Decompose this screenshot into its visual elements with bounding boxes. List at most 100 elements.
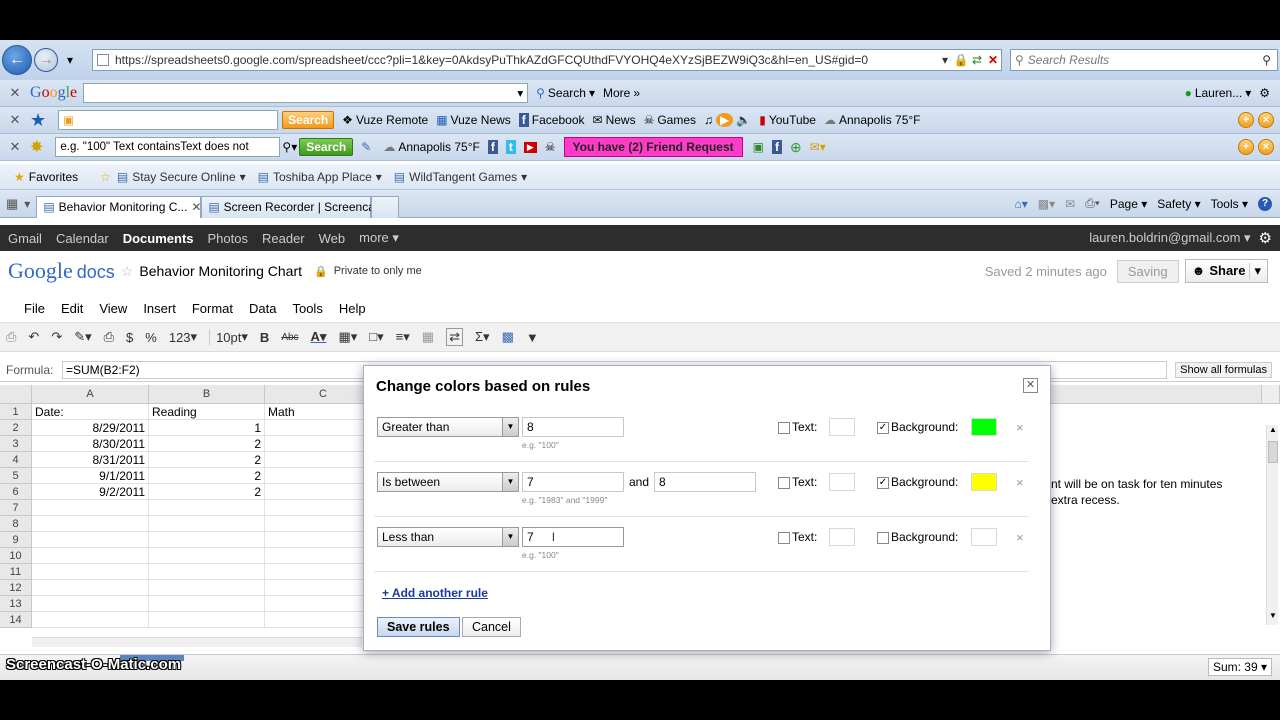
vuze-remote-link[interactable]: ❖ Vuze Remote (342, 113, 428, 127)
text-checkbox[interactable] (778, 476, 790, 489)
stop-icon[interactable]: ✕ (985, 52, 1001, 68)
vertical-scrollbar[interactable]: ▲ ▼ (1266, 425, 1278, 625)
text-color-swatch[interactable] (829, 528, 855, 546)
sheet-cell[interactable]: 2 (149, 452, 265, 468)
mail-icon[interactable]: ✉ (1065, 197, 1075, 211)
background-checkbox[interactable]: ✓ (877, 476, 889, 489)
menu-view[interactable]: View (99, 301, 127, 316)
toolbar-search-input[interactable]: e.g. "100" Text containsText does not (55, 137, 281, 157)
google-docs-logo[interactable]: Google docs (8, 258, 115, 284)
google-search-button[interactable]: ⚲ Search ▾ (536, 86, 595, 100)
scroll-up-icon[interactable]: ▲ (1267, 425, 1279, 439)
gbar-photos[interactable]: Photos (208, 231, 248, 246)
privacy-status[interactable]: Private to only me (334, 265, 422, 277)
chart-icon[interactable]: ▩ (502, 329, 514, 345)
news-link[interactable]: ✉ News (593, 113, 636, 127)
row-header[interactable]: 13 (0, 596, 32, 612)
note-cell[interactable]: nt will be on task for ten minutes (1048, 476, 1258, 492)
home-icon[interactable]: ⌂▾ (1014, 197, 1027, 211)
close-icon[interactable]: × (1258, 139, 1274, 155)
sheet-cell[interactable] (32, 500, 149, 516)
row-header[interactable]: 11 (0, 564, 32, 580)
rule-value-input[interactable]: 8 (522, 417, 624, 437)
favorites-button[interactable]: ★ Favorites (14, 170, 78, 184)
add-favorite-icon[interactable]: ☆ (100, 170, 111, 184)
search-icon[interactable]: ⚲▾ (282, 140, 297, 154)
account-email[interactable]: lauren.boldrin@gmail.com ▾ (1089, 230, 1250, 246)
sheet-cell[interactable] (149, 580, 265, 596)
vuze-search-button[interactable]: Search (282, 111, 335, 129)
scroll-down-icon[interactable]: ▼ (1267, 611, 1279, 625)
close-icon[interactable]: ✕ (0, 112, 30, 128)
currency-button[interactable]: $ (126, 330, 133, 345)
games-link[interactable]: ☠ Games (644, 113, 696, 127)
menu-tools[interactable]: Tools (292, 301, 322, 316)
show-all-formulas-button[interactable]: Show all formulas (1175, 361, 1272, 378)
rule-value-input[interactable]: 7 (522, 472, 624, 492)
close-icon[interactable]: × (1258, 112, 1274, 128)
close-icon[interactable]: ✕ (1023, 378, 1038, 393)
page-menu[interactable]: Page ▾ (1110, 197, 1147, 211)
plus-icon[interactable]: + (1238, 112, 1254, 128)
row-header[interactable]: 10 (0, 548, 32, 564)
gbar-documents[interactable]: Documents (123, 231, 194, 246)
favorite-item[interactable]: ▤ WildTangent Games ▾ (394, 170, 527, 184)
undo-icon[interactable]: ↶ (28, 329, 39, 345)
sheet-cell[interactable] (32, 564, 149, 580)
facebook-icon[interactable]: f (487, 140, 498, 154)
vuze-news-link[interactable]: ▦ Vuze News (436, 113, 511, 127)
condition-select[interactable]: Greater than ▼ (377, 417, 519, 437)
remove-rule-icon[interactable]: × (1016, 475, 1024, 490)
sheet-cell[interactable]: 8/30/2011 (32, 436, 149, 452)
print-icon[interactable]: ⎙ (104, 329, 114, 345)
toolbar-search-button[interactable]: Search (299, 138, 354, 156)
close-icon[interactable]: ✕ (0, 139, 30, 155)
safety-menu[interactable]: Safety ▾ (1157, 197, 1200, 211)
sheet-cell[interactable] (149, 564, 265, 580)
sheet-cell[interactable] (32, 596, 149, 612)
number-format-button[interactable]: 123 ▾ (169, 329, 197, 345)
youtube-link[interactable]: ▮ YouTube (759, 113, 816, 127)
sum-indicator[interactable]: Sum: 39 ▾ (1207, 658, 1272, 676)
borders-icon[interactable]: □▾ (369, 329, 383, 345)
sheet-cell[interactable]: 2 (149, 484, 265, 500)
scrollbar[interactable] (1262, 385, 1280, 404)
background-checkbox[interactable]: ✓ (877, 421, 889, 434)
menu-format[interactable]: Format (192, 301, 233, 316)
sheet-cell[interactable]: 9/1/2011 (32, 468, 149, 484)
sheet-cell[interactable] (32, 532, 149, 548)
sheet-cell[interactable] (149, 612, 265, 628)
percent-button[interactable]: % (145, 330, 157, 345)
wrench-icon[interactable]: ⚙ (1259, 86, 1270, 100)
favorite-item[interactable]: ▤ Stay Secure Online ▾ (117, 170, 246, 184)
row-header[interactable]: 5 (0, 468, 32, 484)
row-header[interactable]: 14 (0, 612, 32, 628)
redo-icon[interactable]: ↷ (51, 329, 62, 345)
cancel-button[interactable]: Cancel (462, 617, 521, 637)
share-button[interactable]: ☻ Share ▾ (1184, 259, 1268, 283)
mail-icon[interactable]: ✉▾ (810, 140, 826, 154)
document-title[interactable]: Behavior Monitoring Chart (139, 263, 302, 279)
search-box[interactable]: ⚲ Search Results ⚲ (1010, 49, 1278, 71)
note-cell[interactable]: extra recess. (1048, 492, 1258, 508)
feeds-icon[interactable]: ▩▾ (1038, 197, 1055, 211)
sheet-cell[interactable] (149, 532, 265, 548)
friend-request-button[interactable]: You have (2) Friend Request (563, 137, 743, 157)
sheet-cell[interactable]: 9/2/2011 (32, 484, 149, 500)
text-checkbox[interactable] (778, 531, 790, 544)
merge-icon[interactable]: ▦ (422, 329, 434, 345)
text-color-swatch[interactable] (829, 418, 855, 436)
vuze-search-input[interactable]: ▣ (58, 110, 279, 130)
add-rule-link[interactable]: + Add another rule (382, 586, 488, 600)
condition-select[interactable]: Less than ▼ (377, 527, 519, 547)
tab-screen-recorder[interactable]: ▤ Screen Recorder | Screenca... (201, 195, 385, 218)
row-header[interactable]: 1 (0, 404, 32, 420)
weather-link[interactable]: ☁ Annapolis 75°F (824, 113, 921, 127)
more-button[interactable]: More » (603, 86, 640, 100)
tab-behavior-monitoring[interactable]: ▤ Behavior Monitoring C... ✕ (36, 195, 201, 218)
menu-data[interactable]: Data (249, 301, 276, 316)
sheet-cell[interactable]: Reading (149, 404, 265, 420)
column-header[interactable]: A (32, 385, 149, 404)
save-rules-button[interactable]: Save rules (377, 617, 460, 637)
media-controls[interactable]: ♫ ▶ 🔈 (704, 113, 751, 127)
